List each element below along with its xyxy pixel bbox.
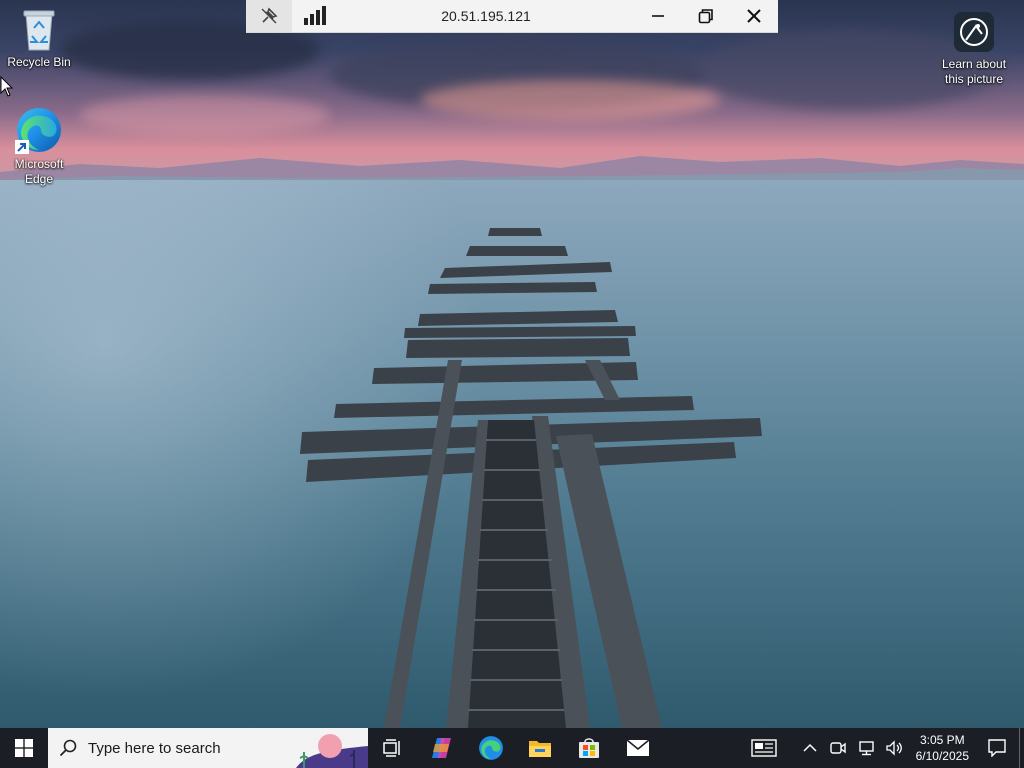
news-icon [750, 739, 777, 757]
remote-connection-bar: 20.51.195.121 [246, 0, 778, 33]
network-icon [858, 741, 874, 756]
news-button[interactable] [740, 728, 788, 768]
close-button[interactable] [730, 0, 778, 32]
copilot-icon [431, 738, 451, 758]
desktop-icon-recycle-bin[interactable]: Recycle Bin [1, 8, 77, 70]
mail-button[interactable] [613, 728, 662, 768]
chevron-up-icon [803, 743, 817, 752]
recycle-bin-label: Recycle Bin [7, 55, 71, 69]
taskbar-clock[interactable]: 3:05 PM 6/10/2025 [910, 732, 975, 764]
minimize-icon [652, 15, 664, 17]
start-button[interactable] [0, 728, 48, 768]
clock-date: 6/10/2025 [915, 749, 969, 763]
clock-time: 3:05 PM [919, 733, 965, 747]
show-desktop-button[interactable] [1019, 728, 1024, 768]
search-highlight-icon [296, 734, 368, 768]
edge-icon [478, 736, 503, 760]
taskbar: Type here to search 3:05 PM 6/10/2025 [0, 728, 1024, 768]
minimize-button[interactable] [634, 0, 682, 32]
meet-now-button[interactable] [824, 728, 852, 768]
restore-button[interactable] [682, 0, 730, 32]
pin-icon [261, 7, 278, 24]
windows-logo-icon [15, 739, 33, 757]
mail-icon [625, 739, 650, 756]
volume-icon [885, 740, 902, 756]
file-explorer-icon [528, 741, 551, 757]
connection-signal-icon [304, 6, 326, 25]
learn-about-picture-label: Learn about this picture [941, 57, 1007, 86]
volume-button[interactable] [880, 728, 910, 768]
search-placeholder: Type here to search [88, 739, 221, 757]
store-icon [578, 738, 599, 758]
copilot-button[interactable] [417, 728, 466, 768]
desktop-wallpaper [0, 0, 1024, 728]
file-explorer-button[interactable] [515, 728, 564, 768]
meet-icon [829, 742, 846, 754]
shortcut-arrow-icon [15, 140, 29, 154]
learn-picture-icon [954, 12, 994, 52]
desktop-icon-microsoft-edge[interactable]: Microsoft Edge [1, 106, 77, 187]
close-icon [747, 9, 761, 23]
notification-center-button[interactable] [975, 728, 1019, 768]
system-tray: 3:05 PM 6/10/2025 [740, 728, 1024, 768]
network-button[interactable] [852, 728, 880, 768]
search-icon [59, 739, 77, 757]
restore-icon [698, 9, 713, 24]
edge-taskbar-button[interactable] [466, 728, 515, 768]
task-view-button[interactable] [368, 728, 417, 768]
wallpaper-pier [300, 228, 762, 728]
task-view-icon [382, 739, 400, 757]
store-button[interactable] [564, 728, 613, 768]
connection-signal-button[interactable] [292, 0, 338, 32]
desktop-icon-learn-about-picture[interactable]: Learn about this picture [936, 12, 1012, 87]
mouse-cursor-icon [0, 76, 14, 97]
remote-host-title: 20.51.195.121 [441, 8, 531, 24]
pin-button[interactable] [246, 0, 292, 32]
taskbar-search-box[interactable]: Type here to search [48, 728, 368, 768]
recycle-bin-icon [23, 10, 55, 51]
show-hidden-icons-button[interactable] [796, 728, 824, 768]
notification-icon [988, 739, 1006, 757]
microsoft-edge-label: Microsoft Edge [14, 157, 64, 186]
